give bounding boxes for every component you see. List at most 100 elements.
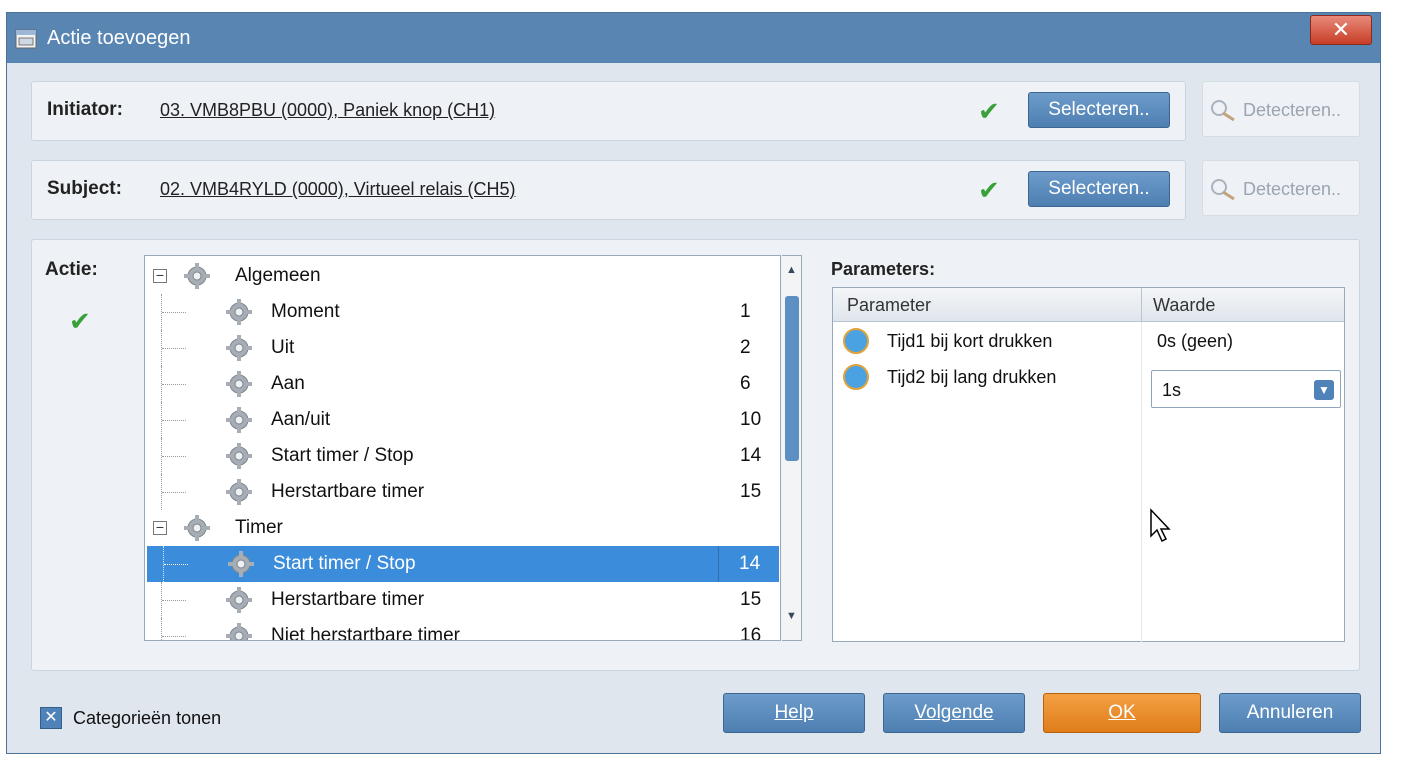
dialog-window: Actie toevoegen ✕ Initiator: 03. VMB8PBU… (6, 12, 1381, 754)
tree-item[interactable]: Moment 1 (145, 294, 780, 330)
tree-connector (162, 420, 186, 421)
tree-connector (162, 492, 186, 493)
gear-icon (225, 586, 253, 614)
tree-item[interactable]: Start timer / Stop 14 (147, 546, 779, 582)
subject-link[interactable]: 02. VMB4RYLD (0000), Virtueel relais (CH… (160, 179, 515, 200)
gear-icon (225, 622, 253, 640)
tree-label: Niet herstartbare timer (271, 625, 461, 641)
show-categories-checkbox[interactable]: ✕ (40, 707, 62, 729)
window-title: Actie toevoegen (47, 27, 191, 49)
tree-connector (162, 312, 186, 313)
tree-number: 14 (739, 553, 761, 574)
tree-item[interactable]: Niet herstartbare timer 16 (145, 618, 780, 641)
tree-number: 15 (740, 589, 762, 610)
tree-number: 6 (740, 373, 751, 394)
initiator-select-button[interactable]: Selecteren.. (1028, 92, 1170, 128)
action-check-icon: ✔ (69, 306, 91, 336)
tree-label: Timer (235, 517, 283, 538)
clock-icon (843, 364, 869, 390)
wand-icon (1211, 179, 1235, 201)
gear-icon (183, 262, 211, 290)
tree-connector (161, 618, 162, 640)
close-button[interactable]: ✕ (1310, 15, 1372, 45)
param-value: 0s (geen) (1157, 331, 1234, 351)
column-divider (718, 546, 719, 582)
parameters-header: Parameter Waarde (833, 288, 1344, 322)
subject-check-icon: ✔ (978, 175, 1000, 205)
tree-number: 10 (740, 409, 762, 430)
cancel-button[interactable]: Annuleren (1219, 693, 1361, 733)
tree-item[interactable]: Herstartbare timer 15 (145, 474, 780, 510)
collapse-icon[interactable]: − (153, 268, 167, 283)
next-button[interactable]: Volgende (883, 693, 1025, 733)
clock-icon (843, 328, 869, 354)
tree-label: Algemeen (235, 265, 321, 286)
scroll-up-icon[interactable]: ▲ (786, 264, 797, 276)
parameters-label: Parameters: (831, 259, 936, 279)
tree-number: 2 (740, 337, 751, 358)
gear-icon (225, 370, 253, 398)
col-value: Waarde (1153, 295, 1216, 315)
tree-connector (162, 348, 186, 349)
gear-icon (227, 550, 255, 578)
tree-item[interactable]: Start timer / Stop 14 (145, 438, 780, 474)
tree-item[interactable]: Aan 6 (145, 366, 780, 402)
tree-item[interactable]: Uit 2 (145, 330, 780, 366)
tree-label: Herstartbare timer (271, 589, 425, 610)
gear-icon (225, 478, 253, 506)
initiator-detect-button[interactable]: Detecteren.. (1202, 81, 1360, 137)
tree-number: 15 (740, 481, 762, 502)
tree-label: Aan (271, 373, 305, 394)
tree-item[interactable]: Aan/uit 10 (145, 402, 780, 438)
dropdown-value: 1s (1162, 380, 1182, 400)
waarde-dropdown[interactable]: 1s ▼ (1151, 370, 1341, 408)
tree-number: 16 (740, 625, 762, 641)
ok-button[interactable]: OK (1043, 693, 1201, 733)
initiator-check-icon: ✔ (978, 96, 1000, 126)
help-button[interactable]: Help (723, 693, 865, 733)
tree-connector (162, 636, 186, 637)
subject-group: Subject: 02. VMB4RYLD (0000), Virtueel r… (31, 160, 1186, 220)
titlebar[interactable]: Actie toevoegen ✕ (7, 13, 1380, 63)
scroll-thumb[interactable] (785, 296, 799, 461)
gear-icon (225, 298, 253, 326)
tree-label: Herstartbare timer (271, 481, 425, 502)
chevron-down-icon[interactable]: ▼ (1314, 380, 1334, 400)
gear-icon (225, 406, 253, 434)
app-icon (15, 29, 37, 49)
mouse-cursor-icon (1150, 508, 1171, 543)
initiator-link[interactable]: 03. VMB8PBU (0000), Paniek knop (CH1) (160, 100, 495, 121)
param-row[interactable]: Tijd1 bij kort drukken 0s (geen) (833, 324, 1344, 360)
gear-icon (225, 442, 253, 470)
col-parameter: Parameter (847, 295, 932, 315)
initiator-group: Initiator: 03. VMB8PBU (0000), Paniek kn… (31, 81, 1186, 141)
tree-scrollbar[interactable]: ▲ ▼ (782, 255, 802, 641)
action-label: Actie: (45, 259, 98, 280)
scroll-down-icon[interactable]: ▼ (786, 610, 797, 622)
parameters-table: Parameter Waarde Tijd1 bij kort drukken … (832, 287, 1345, 642)
tree-connector (164, 564, 188, 565)
tree-label: Uit (271, 337, 295, 358)
tree-connector (162, 384, 186, 385)
collapse-icon[interactable]: − (153, 520, 167, 535)
param-name: Tijd1 bij kort drukken (887, 331, 1053, 351)
tree-label: Aan/uit (271, 409, 331, 430)
param-name: Tijd2 bij lang drukken (887, 367, 1057, 387)
wand-icon (1211, 100, 1235, 122)
tree-connector (162, 600, 186, 601)
show-categories-label[interactable]: Categorieën tonen (73, 708, 221, 729)
tree-number: 14 (740, 445, 762, 466)
tree-label: Start timer / Stop (271, 445, 414, 466)
gear-icon (225, 334, 253, 362)
tree-item[interactable]: Herstartbare timer 15 (145, 582, 780, 618)
tree-category[interactable]: − Timer (145, 510, 780, 546)
gear-icon (183, 514, 211, 542)
subject-detect-button[interactable]: Detecteren.. (1202, 160, 1360, 216)
tree-label: Moment (271, 301, 340, 322)
action-tree[interactable]: − Algemeen Moment 1 Uit 2 Aan 6 Aan/uit 10 Start t… (144, 255, 781, 641)
tree-category[interactable]: − Algemeen (145, 258, 780, 294)
tree-label: Start timer / Stop (273, 553, 416, 574)
subject-select-button[interactable]: Selecteren.. (1028, 171, 1170, 207)
tree-connector (162, 456, 186, 457)
close-icon: ✕ (1331, 17, 1351, 42)
